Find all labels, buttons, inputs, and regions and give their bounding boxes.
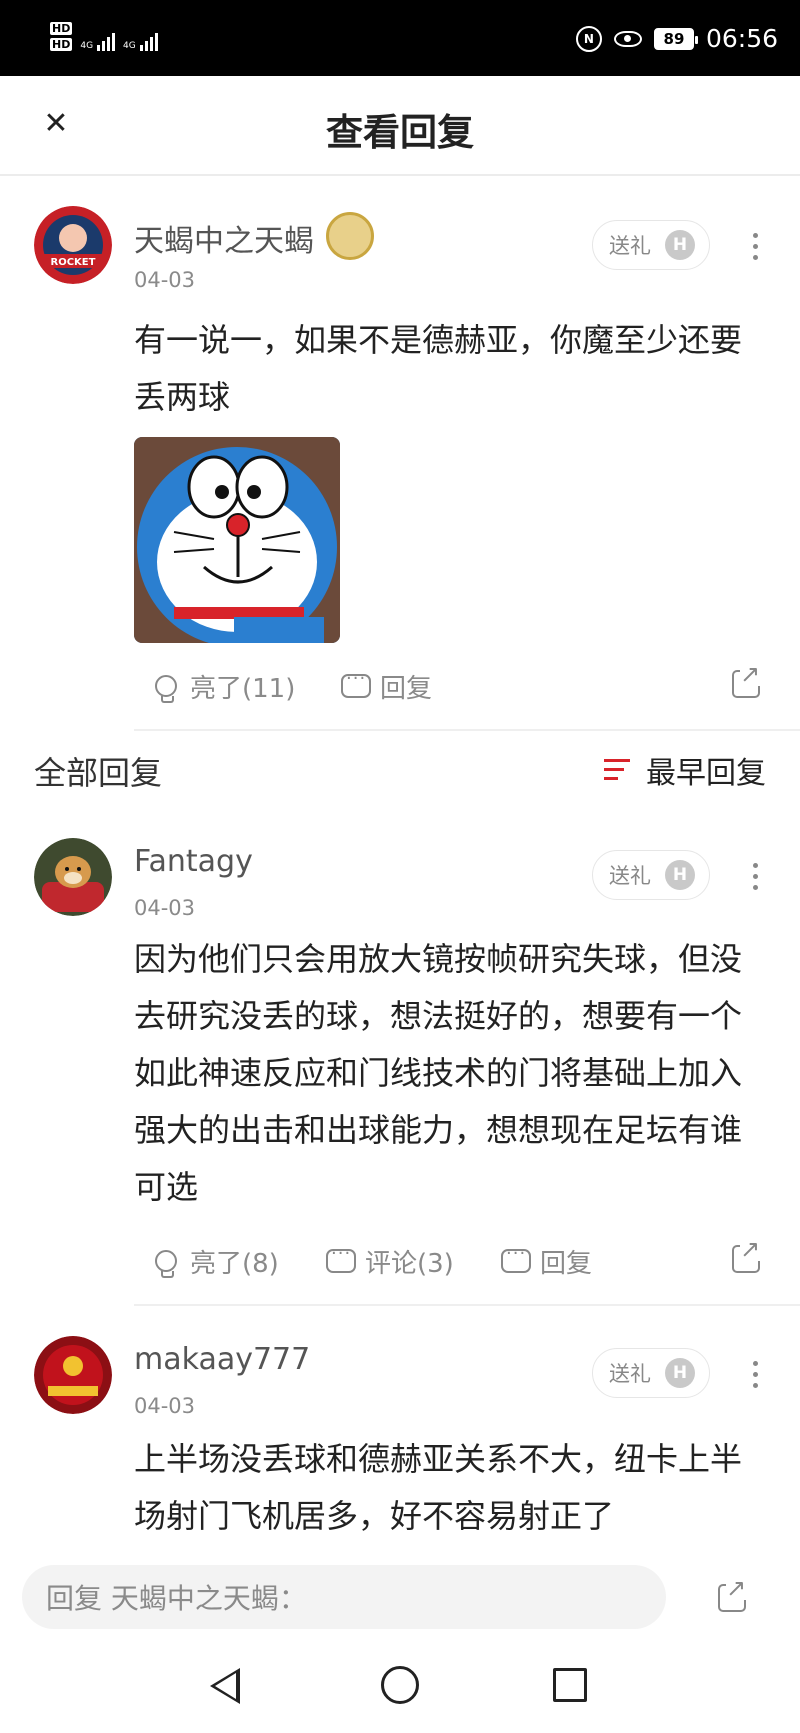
more-icon[interactable] <box>748 1361 762 1388</box>
recent-apps-icon[interactable] <box>553 1668 587 1702</box>
comment-count: 评论(3) <box>365 1249 454 1279</box>
gift-label: 送礼 <box>609 864 651 888</box>
main-comment-actions: 亮了(11) 回复 <box>134 662 800 718</box>
gift-badge: H <box>665 230 695 260</box>
signal-icon: 4G <box>123 33 158 51</box>
reply-label: 回复 <box>540 1249 593 1279</box>
comment-button[interactable]: 评论(3) <box>325 1243 454 1280</box>
reply-label: 回复 <box>380 674 433 704</box>
gift-button[interactable]: 送礼 H <box>592 850 710 900</box>
home-icon[interactable] <box>381 1666 419 1704</box>
like-button[interactable]: 亮了(11) <box>150 668 295 705</box>
reply-placeholder: 回复 天蝎中之天蝎： <box>46 1582 307 1615</box>
clock: 06:56 <box>705 24 778 53</box>
hd-label: HD <box>50 22 73 35</box>
lightbulb-icon <box>150 671 182 703</box>
eye-icon <box>613 30 642 47</box>
comment-bubble-icon <box>325 1243 357 1278</box>
network-type: 4G <box>80 41 94 51</box>
badge-icon <box>326 212 374 260</box>
reply-button[interactable]: 回复 <box>340 668 432 705</box>
comment-text: 有一说一，如果不是德赫亚，你魔至少还要丢两球 <box>134 321 743 416</box>
page-title: 查看回复 <box>326 111 474 154</box>
avatar[interactable] <box>34 1336 112 1414</box>
comment-date: 04-03 <box>134 1394 196 1418</box>
reply-button[interactable]: 回复 <box>500 1243 592 1280</box>
more-icon[interactable] <box>748 233 762 260</box>
back-icon[interactable] <box>210 1668 240 1704</box>
gift-badge: H <box>665 1358 695 1388</box>
section-title: 全部回复 <box>34 754 163 792</box>
divider <box>134 729 800 731</box>
username[interactable]: makaay777 <box>134 1342 310 1377</box>
gift-button[interactable]: 送礼 H <box>592 220 710 270</box>
avatar[interactable] <box>34 838 112 916</box>
sort-icon <box>604 757 634 783</box>
signal-icon: 4G <box>80 33 116 51</box>
status-bar: HD HD 4G 4G N 89 06:56 <box>0 0 800 76</box>
lightbulb-icon <box>150 1246 182 1278</box>
svg-text:ROCKET: ROCKET <box>51 257 96 268</box>
system-indicators: N 89 06:56 <box>575 24 778 53</box>
gift-badge: H <box>665 860 695 890</box>
gift-label: 送礼 <box>609 1362 651 1386</box>
comment-bubble-icon <box>340 668 372 703</box>
comment-bubble-icon <box>500 1243 532 1278</box>
system-nav-bar <box>0 1640 800 1733</box>
reply-input[interactable]: 回复 天蝎中之天蝎： <box>22 1565 666 1629</box>
more-icon[interactable] <box>748 863 762 890</box>
network-type: 4G <box>123 41 136 51</box>
signal-indicators: HD HD 4G 4G <box>50 22 158 51</box>
hd-indicator: HD HD <box>50 22 73 51</box>
sort-button[interactable]: 最早回复 <box>604 748 766 792</box>
gift-button[interactable]: 送礼 H <box>592 1348 710 1398</box>
like-button[interactable]: 亮了(8) <box>150 1243 279 1280</box>
comment-text: 因为他们只会用放大镜按帧研究失球，但没去研究没丢的球，想法挺好的，想要有一个如此… <box>134 940 743 1206</box>
avatar[interactable]: ROCKET <box>34 206 112 284</box>
reply-actions: 亮了(8) 评论(3) 回复 <box>134 1237 800 1293</box>
like-count: 亮了(8) <box>190 1249 279 1279</box>
share-icon <box>730 1237 762 1275</box>
username[interactable]: 天蝎中之天蝎 <box>134 216 314 260</box>
sort-label: 最早回复 <box>646 756 766 791</box>
doraemon-sticker[interactable] <box>134 437 340 643</box>
share-icon <box>730 662 762 700</box>
page-header: ✕ 查看回复 <box>0 76 800 176</box>
comment-date: 04-03 <box>134 268 196 292</box>
gift-label: 送礼 <box>609 234 651 258</box>
comment-text: 上半场没丢球和德赫亚关系不大，纽卡上半场射门飞机居多，好不容易射正了 <box>134 1440 743 1535</box>
nfc-icon: N <box>575 25 602 52</box>
like-count: 亮了(11) <box>190 674 296 704</box>
share-button[interactable] <box>730 662 762 700</box>
share-icon[interactable] <box>716 1576 748 1614</box>
hd-label: HD <box>50 38 73 51</box>
share-button[interactable] <box>730 1237 762 1275</box>
username[interactable]: Fantagy <box>134 844 253 879</box>
divider <box>134 1304 800 1306</box>
battery-icon: 89 <box>653 27 698 50</box>
comment-date: 04-03 <box>134 896 196 920</box>
